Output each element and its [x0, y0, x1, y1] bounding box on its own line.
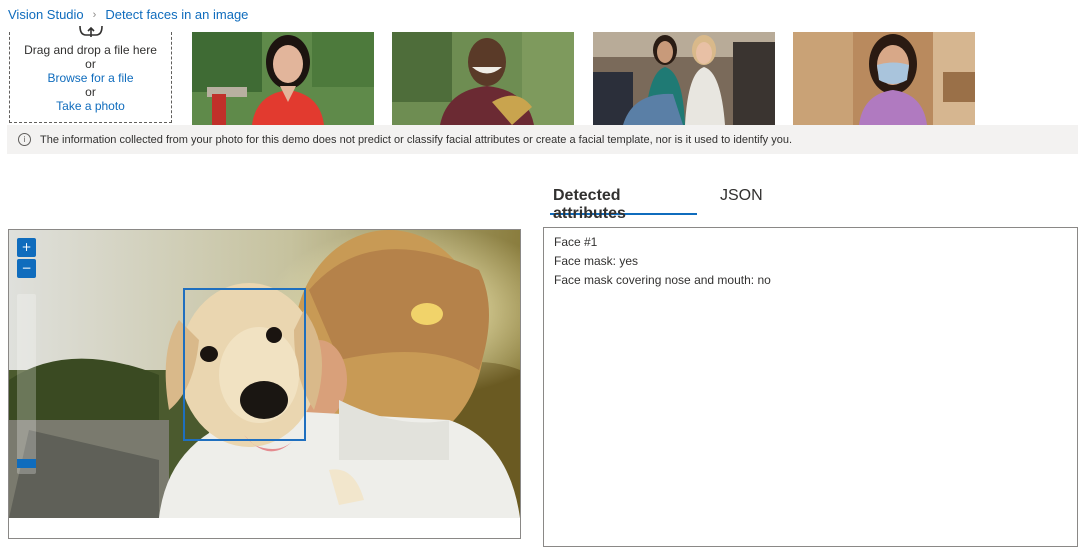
- tab-detected-attributes[interactable]: Detected attributes: [550, 187, 697, 222]
- breadcrumb-current[interactable]: Detect faces in an image: [105, 7, 248, 22]
- breadcrumb-vision-studio[interactable]: Vision Studio: [8, 7, 84, 22]
- sample-image-2[interactable]: [392, 32, 574, 125]
- drag-drop-text: Drag and drop a file here: [24, 43, 157, 57]
- or-text: or: [85, 85, 96, 99]
- face-bounding-box: [183, 288, 306, 441]
- zoom-out-button[interactable]: −: [17, 259, 36, 278]
- sample-image-3[interactable]: [593, 32, 775, 125]
- sample-image-4[interactable]: [793, 32, 975, 125]
- privacy-info-text: The information collected from your phot…: [40, 133, 793, 146]
- zoom-in-button[interactable]: +: [17, 238, 36, 257]
- sample-image-1[interactable]: [192, 32, 374, 125]
- or-text: or: [85, 57, 96, 71]
- privacy-info-bar: i The information collected from your ph…: [7, 125, 1078, 154]
- upload-dropzone[interactable]: Drag and drop a file here or Browse for …: [9, 26, 172, 123]
- image-viewer: + −: [8, 229, 521, 539]
- result-mask-covering: Face mask covering nose and mouth: no: [554, 273, 771, 287]
- result-face-title: Face #1: [554, 235, 598, 249]
- info-icon: i: [18, 133, 31, 146]
- browse-file-link[interactable]: Browse for a file: [10, 71, 171, 85]
- breadcrumb: Vision Studio › Detect faces in an image: [8, 7, 248, 22]
- chevron-right-icon: ›: [92, 8, 97, 21]
- detected-attributes-panel: Face #1 Face mask: yes Face mask coverin…: [543, 227, 1078, 547]
- tab-json[interactable]: JSON: [720, 187, 763, 215]
- zoom-slider[interactable]: [17, 294, 36, 474]
- upload-cloud-icon: [78, 26, 103, 37]
- zoom-slider-thumb[interactable]: [17, 459, 36, 468]
- take-photo-link[interactable]: Take a photo: [10, 99, 171, 113]
- result-face-mask: Face mask: yes: [554, 254, 639, 268]
